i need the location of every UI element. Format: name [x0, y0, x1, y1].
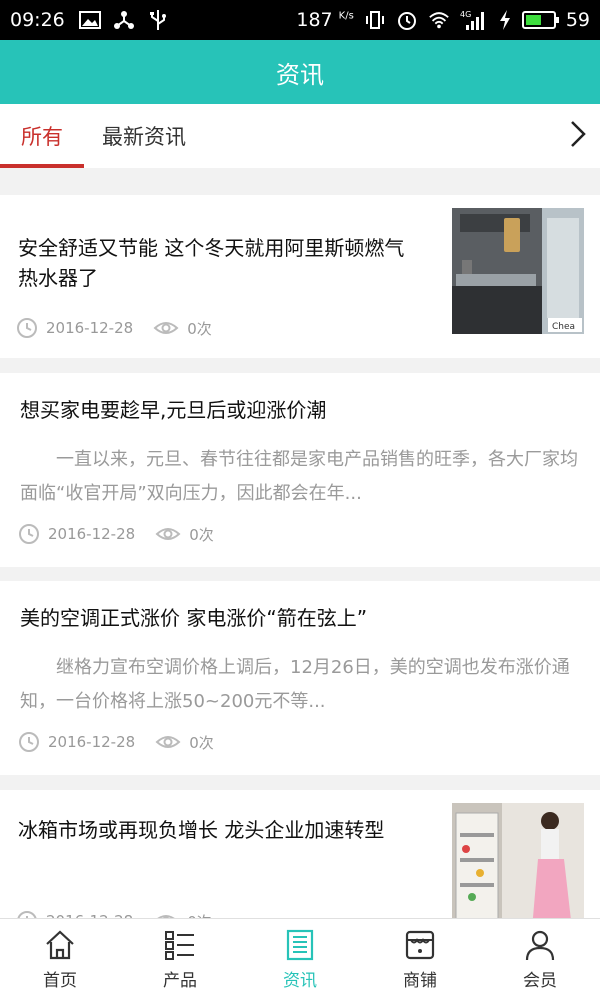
article-date: 2016-12-28 [46, 319, 134, 337]
page-title: 资讯 [276, 60, 324, 89]
article-date: 2016-12-28 [48, 525, 136, 543]
battery-icon [521, 11, 559, 29]
nav-label: 首页 [43, 971, 77, 991]
tab-label: 所有 [21, 125, 63, 149]
wifi-icon [428, 9, 450, 31]
signal-icon: 4G [460, 9, 488, 31]
network-speed: 187 K/s [296, 9, 354, 31]
clock-icon [16, 317, 38, 339]
status-time: 09:26 [10, 9, 65, 31]
status-right-icons: 187 K/s 4G 59 [296, 9, 590, 31]
tabs-more-button[interactable] [556, 104, 600, 168]
article-meta: 2016-12-28 0次 [16, 317, 212, 339]
news-icon [283, 928, 317, 962]
category-tabs: 所有 最新资讯 [0, 104, 600, 168]
shop-icon [403, 928, 437, 962]
list-icon [163, 928, 197, 962]
vibrate-icon [364, 9, 386, 31]
tab-all[interactable]: 所有 [0, 104, 84, 168]
nav-label: 产品 [163, 971, 197, 991]
svg-text:4G: 4G [460, 10, 471, 19]
usb-icon [147, 9, 169, 31]
home-icon [43, 928, 77, 962]
clock-icon [18, 731, 40, 753]
article-title: 美的空调正式涨价 家电涨价“箭在弦上” [20, 606, 368, 630]
eye-icon [153, 317, 179, 339]
article-meta: 2016-12-28 0次 [18, 731, 214, 753]
article-views: 0次 [189, 525, 214, 544]
nav-home[interactable]: 首页 [0, 919, 120, 1000]
status-left-icons [78, 9, 169, 31]
article-views: 0次 [187, 319, 212, 338]
alarm-icon [396, 9, 418, 31]
article-title: 想买家电要趁早,元旦后或迎涨价潮 [20, 398, 327, 422]
article-views: 0次 [189, 733, 214, 752]
article-date: 2016-12-28 [48, 733, 136, 751]
bottom-navigation: 首页 产品 资讯 商铺 会员 [0, 918, 600, 1000]
article-summary: 一直以来，元旦、春节往往都是家电产品销售的旺季，各大厂家均面临“收官开局”双向压… [20, 449, 578, 504]
nav-products[interactable]: 产品 [120, 919, 240, 1000]
eye-icon [155, 731, 181, 753]
article-summary: 继格力宣布空调价格上调后，12月26日，美的空调也发布涨价通知，一台价格将上涨5… [20, 657, 570, 712]
battery-level: 59 [565, 9, 590, 31]
nav-label: 会员 [523, 971, 557, 991]
page-header: 资讯 [0, 40, 600, 104]
share-icon [113, 9, 135, 31]
svg-text:Chea: Chea [552, 322, 575, 332]
status-bar: 09:26 187 K/s 4G 59 [0, 0, 600, 40]
nav-member[interactable]: 会员 [480, 919, 600, 1000]
tab-label: 最新资讯 [102, 125, 186, 149]
clock-icon [18, 523, 40, 545]
article-thumbnail: Chea [452, 208, 584, 334]
article-thumbnail [452, 803, 584, 929]
nav-news[interactable]: 资讯 [240, 919, 360, 1000]
chevron-right-icon [568, 119, 588, 153]
eye-icon [155, 523, 181, 545]
article-title: 冰箱市场或再现负增长 龙头企业加速转型 [18, 818, 385, 842]
user-icon [523, 928, 557, 962]
image-icon [78, 9, 101, 31]
article-card[interactable]: 美的空调正式涨价 家电涨价“箭在弦上” 继格力宣布空调价格上调后，12月26日，… [0, 581, 600, 775]
tab-latest-news[interactable]: 最新资讯 [84, 104, 204, 168]
nav-label: 资讯 [283, 971, 317, 991]
charging-icon [498, 9, 512, 31]
article-meta: 2016-12-28 0次 [18, 523, 214, 545]
nav-label: 商铺 [403, 971, 437, 991]
nav-shop[interactable]: 商铺 [360, 919, 480, 1000]
article-card[interactable]: 安全舒适又节能 这个冬天就用阿里斯顿燃气热水器了 2016-12-28 0次 C… [0, 195, 600, 358]
article-title: 安全舒适又节能 这个冬天就用阿里斯顿燃气热水器了 [18, 236, 405, 290]
article-card[interactable]: 想买家电要趁早,元旦后或迎涨价潮 一直以来，元旦、春节往往都是家电产品销售的旺季… [0, 373, 600, 567]
